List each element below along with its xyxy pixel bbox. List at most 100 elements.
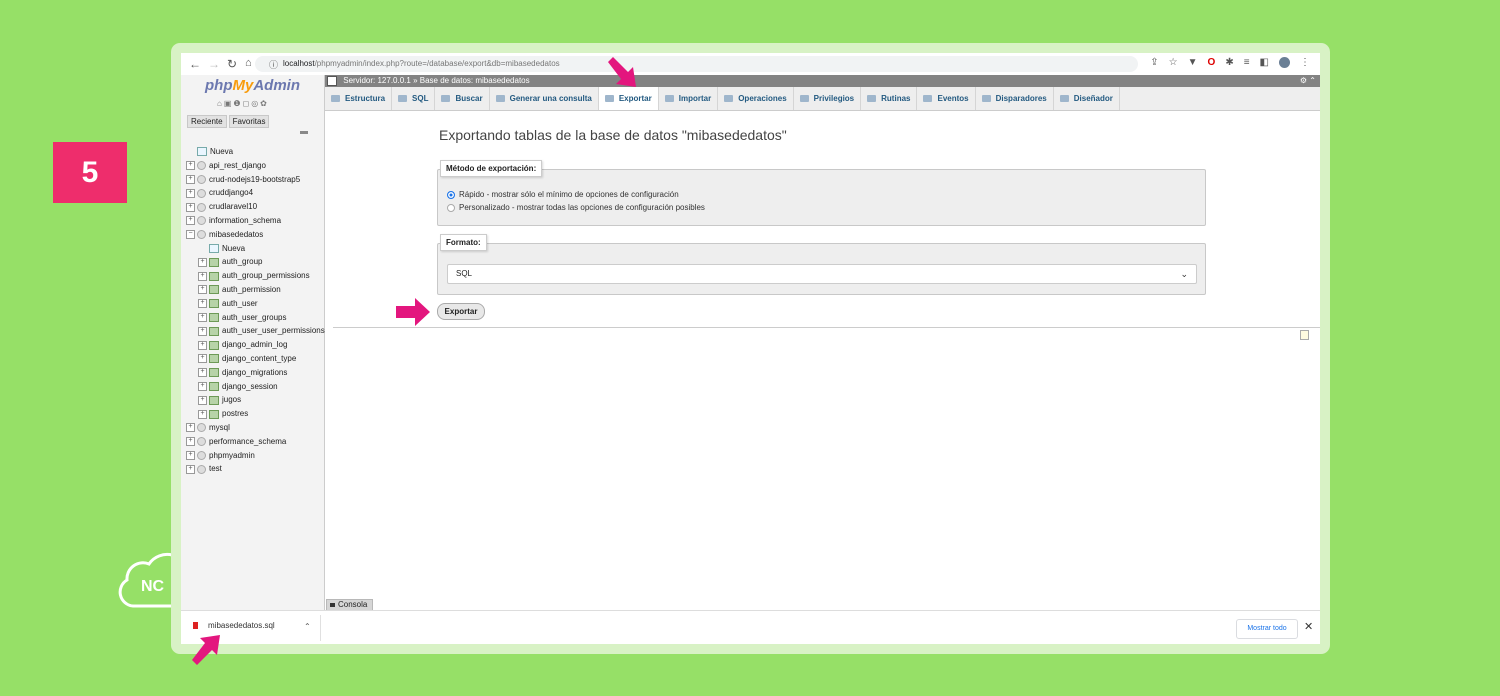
expand-icon[interactable]: +	[186, 216, 195, 226]
browser-menu-icon[interactable]: ⋮	[1300, 57, 1310, 68]
expand-icon[interactable]: +	[186, 174, 195, 184]
expand-icon[interactable]: +	[198, 299, 207, 309]
page-settings-icon[interactable]	[1300, 330, 1309, 340]
radio-custom[interactable]: Personalizado - mostrar todas las opcion…	[447, 203, 705, 212]
download-item[interactable]: mibasededatos.sql	[193, 621, 275, 630]
tree-table-item[interactable]: + auth_permission	[186, 283, 326, 297]
extensions-puzzle-icon[interactable]: ✱	[1225, 57, 1233, 68]
back-icon[interactable]: ←	[189, 57, 201, 71]
expand-icon[interactable]: +	[186, 202, 195, 212]
collapse-all-icon[interactable]	[300, 131, 308, 134]
tree-new-item[interactable]: Nueva	[186, 242, 326, 256]
tab-reciente[interactable]: Reciente	[187, 115, 227, 128]
tab-rutinas[interactable]: Rutinas	[861, 87, 918, 110]
expand-icon[interactable]: +	[198, 340, 207, 350]
tree-item-label: Nueva	[222, 243, 246, 253]
tree-database-item[interactable]: + phpmyadmin	[186, 449, 326, 463]
expand-icon[interactable]: +	[198, 285, 207, 295]
tab-disparadores[interactable]: Disparadores	[976, 87, 1054, 110]
forward-icon[interactable]: →	[208, 57, 220, 71]
bookmark-star-icon[interactable]: ☆	[1169, 57, 1178, 68]
tab-operaciones[interactable]: Operaciones	[718, 87, 794, 110]
format-select[interactable]: SQL ⌄	[447, 264, 1197, 284]
quick-links-icons[interactable]: ⌂▣❶◻◎✿	[217, 99, 269, 108]
tree-new-item[interactable]: Nueva	[186, 145, 326, 159]
tree-table-item[interactable]: + auth_user_groups	[186, 311, 326, 325]
tree-table-item[interactable]: + django_migrations	[186, 366, 326, 380]
expand-icon[interactable]: +	[186, 161, 195, 171]
tree-table-item[interactable]: + django_admin_log	[186, 338, 326, 352]
tree-database-item[interactable]: + mysql	[186, 421, 326, 435]
tab-buscar[interactable]: Buscar	[435, 87, 490, 110]
tree-database-item[interactable]: + api_rest_django	[186, 159, 326, 173]
expand-icon[interactable]: +	[198, 368, 207, 378]
expand-icon[interactable]: +	[198, 381, 207, 391]
tab-generar-una-consulta[interactable]: Generar una consulta	[490, 87, 599, 110]
radio-quick[interactable]: Rápido - mostrar sólo el mínimo de opcio…	[447, 190, 679, 199]
radio-quick-indicator[interactable]	[447, 190, 455, 199]
collapse-icon[interactable]: −	[186, 230, 195, 240]
opera-icon[interactable]: O	[1208, 57, 1216, 68]
tab-importar[interactable]: Importar	[659, 87, 719, 110]
tree-database-item[interactable]: + cruddjango4	[186, 186, 326, 200]
tree-table-item[interactable]: + jugos	[186, 393, 326, 407]
address-bar[interactable]: ⓘ localhost/phpmyadmin/index.php?route=/…	[255, 56, 1138, 72]
tree-database-item[interactable]: + crudlaravel10	[186, 200, 326, 214]
profile-avatar[interactable]	[1279, 57, 1290, 68]
expand-icon[interactable]: +	[186, 188, 195, 198]
tab-eventos[interactable]: Eventos	[917, 87, 976, 110]
tree-database-item[interactable]: + information_schema	[186, 214, 326, 228]
expand-icon[interactable]: +	[186, 437, 195, 447]
home-icon[interactable]: ⌂	[245, 57, 252, 69]
expand-icon[interactable]: +	[198, 354, 207, 364]
breadcrumb-server[interactable]: Servidor: 127.0.0.1	[343, 76, 411, 85]
tree-table-item[interactable]: + auth_group_permissions	[186, 269, 326, 283]
expand-icon[interactable]: +	[198, 326, 207, 336]
expand-icon[interactable]: +	[186, 464, 195, 474]
arrow-right-icon	[396, 298, 430, 326]
tree-table-item[interactable]: + django_content_type	[186, 352, 326, 366]
share-icon[interactable]: ⇪	[1150, 57, 1158, 68]
tree-database-item[interactable]: + crud-nodejs19-bootstrap5	[186, 173, 326, 187]
database-icon	[197, 188, 206, 198]
tab-exportar[interactable]: Exportar	[598, 87, 659, 110]
phpmyadmin-logo[interactable]: phpMyAdmin	[205, 77, 300, 94]
breadcrumb-database[interactable]: Base de datos: mibasededatos	[420, 76, 530, 85]
tab-estructura[interactable]: Estructura	[325, 87, 393, 110]
collapse-sidebar-icon[interactable]	[327, 76, 337, 86]
chevron-up-icon[interactable]: ⌃	[304, 622, 311, 631]
tree-table-item[interactable]: + auth_group	[186, 255, 326, 269]
tab-privilegios[interactable]: Privilegios	[794, 87, 862, 110]
tree-table-item[interactable]: + auth_user_user_permissions	[186, 324, 326, 338]
expand-icon[interactable]: +	[186, 450, 195, 460]
tree-item-label: cruddjango4	[209, 188, 254, 198]
filter-extension-icon[interactable]: ▼	[1188, 57, 1198, 68]
close-icon[interactable]: ✕	[1304, 620, 1313, 633]
tab-diseñador[interactable]: Diseñador	[1054, 87, 1120, 110]
tab-sql[interactable]: SQL	[392, 87, 436, 110]
tree-database-item[interactable]: + test	[186, 462, 326, 476]
expand-icon[interactable]: +	[186, 423, 195, 433]
side-panel-icon[interactable]: ◧	[1260, 57, 1269, 68]
tree-table-item[interactable]: + postres	[186, 407, 326, 421]
tree-database-item[interactable]: − mibasededatos	[186, 228, 326, 242]
expand-icon[interactable]: +	[198, 312, 207, 322]
nc-logo-text: NC	[141, 578, 165, 595]
tree-table-item[interactable]: + auth_user	[186, 297, 326, 311]
reading-list-icon[interactable]: ≡	[1244, 57, 1250, 68]
expand-icon[interactable]: +	[198, 409, 207, 419]
expand-icon[interactable]: +	[198, 257, 207, 267]
show-all-button[interactable]: Mostrar todo	[1236, 619, 1298, 639]
expand-icon[interactable]: +	[198, 395, 207, 405]
export-method-fieldset: Método de exportación: Rápido - mostrar …	[437, 160, 1206, 226]
tree-database-item[interactable]: + performance_schema	[186, 435, 326, 449]
tree-table-item[interactable]: + django_session	[186, 380, 326, 394]
tree-item-label: performance_schema	[209, 436, 287, 446]
tab-favoritas[interactable]: Favoritas	[228, 115, 270, 128]
radio-custom-indicator[interactable]	[447, 203, 455, 212]
site-info-icon[interactable]: ⓘ	[269, 58, 278, 71]
export-button[interactable]: Exportar	[437, 303, 485, 320]
settings-gear-icon[interactable]: ⚙ ⌃	[1300, 75, 1316, 87]
reload-icon[interactable]: ↻	[227, 57, 237, 71]
expand-icon[interactable]: +	[198, 271, 207, 281]
